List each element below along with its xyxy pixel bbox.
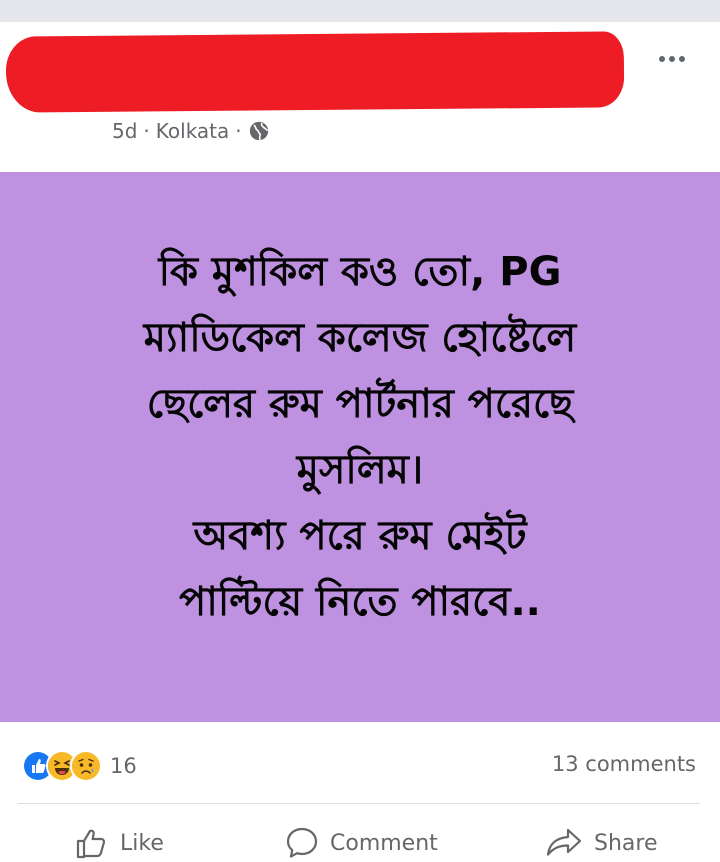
- meta-separator: ·: [143, 119, 150, 143]
- comments-count[interactable]: 13 comments: [552, 752, 696, 776]
- share-icon: [546, 828, 582, 856]
- comment-icon: [286, 827, 318, 858]
- more-options-button[interactable]: [652, 48, 692, 70]
- post-location[interactable]: Kolkata: [156, 119, 230, 143]
- post-meta: 5d · Kolkata ·: [112, 119, 270, 143]
- top-strip: [0, 0, 720, 22]
- sad-reaction-icon: [70, 750, 102, 782]
- meta-separator: ·: [235, 119, 242, 143]
- comment-button[interactable]: Comment: [284, 825, 438, 861]
- post-stats: 16 13 comments: [0, 740, 720, 790]
- reactions-summary[interactable]: 16: [22, 750, 137, 782]
- like-label: Like: [120, 830, 164, 856]
- share-label: Share: [594, 830, 658, 856]
- post-time[interactable]: 5d: [112, 119, 137, 143]
- like-button[interactable]: Like: [74, 825, 164, 861]
- post-text-background: কি মুশকিল কও তো, PG ম্যাডিকেল কলেজ হোষ্ট…: [0, 172, 720, 722]
- more-icon-dot: [659, 56, 665, 62]
- redacted-author-name: [5, 31, 625, 113]
- comment-label: Comment: [330, 830, 438, 856]
- share-button[interactable]: Share: [544, 825, 658, 861]
- more-icon-dot: [669, 56, 675, 62]
- globe-icon: [249, 121, 268, 141]
- more-icon-dot: [679, 56, 685, 62]
- reaction-count: 16: [110, 754, 137, 778]
- post-text: কি মুশকিল কও তো, PG ম্যাডিকেল কলেজ হোষ্ট…: [143, 249, 577, 625]
- divider: [18, 803, 700, 804]
- post-actions: Like Comment Share: [0, 815, 720, 862]
- like-icon: [76, 829, 106, 859]
